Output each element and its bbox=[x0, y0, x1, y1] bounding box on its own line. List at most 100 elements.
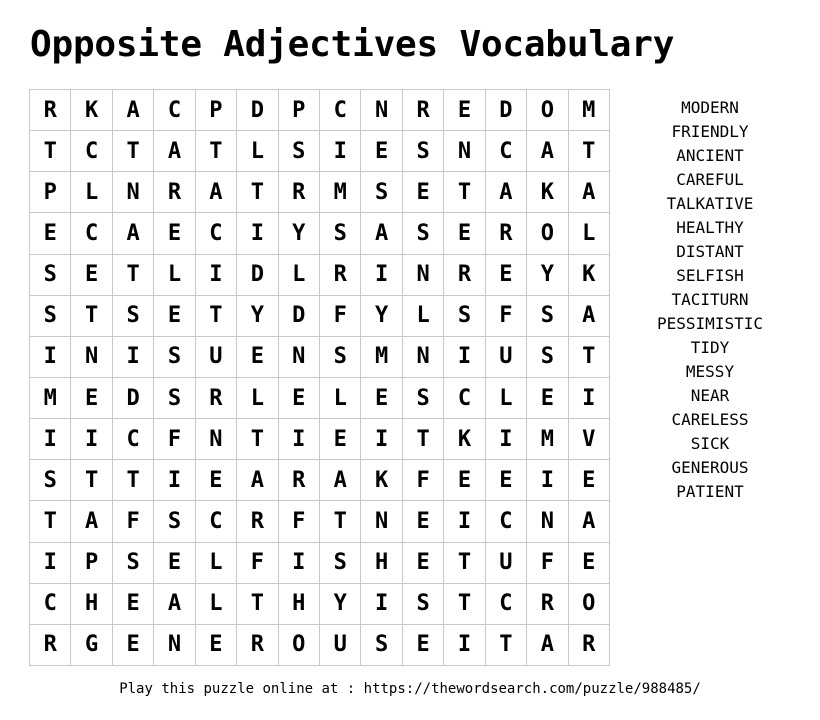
grid-cell: R bbox=[278, 460, 320, 502]
grid-cell: A bbox=[71, 501, 113, 543]
word-list-item: HEALTHY bbox=[676, 218, 744, 237]
grid-cell: T bbox=[237, 583, 279, 625]
word-list-item: TIDY bbox=[690, 338, 730, 357]
grid-cell: F bbox=[112, 501, 155, 543]
grid-cell: L bbox=[237, 131, 279, 173]
grid-cell: F bbox=[278, 501, 320, 543]
grid-cell: L bbox=[568, 213, 610, 255]
grid-cell: D bbox=[237, 90, 279, 132]
grid-cell: R bbox=[527, 583, 569, 625]
grid-cell: C bbox=[195, 501, 238, 543]
grid-cell: D bbox=[278, 295, 320, 337]
grid-cell: Y bbox=[237, 295, 279, 337]
grid-cell: C bbox=[154, 90, 196, 132]
grid-cell: R bbox=[278, 172, 320, 214]
grid-cell: S bbox=[30, 295, 72, 337]
grid-cell: E bbox=[195, 460, 238, 502]
word-list-item: PATIENT bbox=[676, 482, 744, 501]
grid-cell: I bbox=[568, 377, 610, 420]
grid-cell: T bbox=[568, 131, 610, 173]
grid-cell: R bbox=[154, 172, 196, 214]
grid-cell: E bbox=[444, 90, 486, 132]
footer-link-text: Play this puzzle online at : https://the… bbox=[119, 681, 701, 697]
grid-cell: C bbox=[71, 131, 113, 173]
grid-cell: P bbox=[195, 90, 238, 132]
grid-cell: R bbox=[30, 90, 72, 132]
grid-cell: T bbox=[237, 172, 279, 214]
grid-cell: K bbox=[444, 419, 486, 461]
grid-cell: F bbox=[402, 460, 445, 502]
word-list-item: TALKATIVE bbox=[666, 194, 754, 213]
grid-cell: K bbox=[71, 90, 113, 132]
grid-cell: C bbox=[195, 213, 238, 255]
grid-cell: S bbox=[154, 501, 196, 543]
grid-cell: I bbox=[195, 254, 238, 296]
word-list-item: PESSIMISTIC bbox=[657, 314, 763, 333]
grid-cell: F bbox=[485, 295, 528, 337]
grid-cell: U bbox=[485, 542, 528, 584]
grid-cell: S bbox=[112, 542, 155, 584]
grid-cell: S bbox=[444, 295, 486, 337]
grid-cell: M bbox=[361, 336, 403, 378]
grid-cell: N bbox=[361, 90, 403, 132]
grid-cell: I bbox=[154, 460, 196, 502]
grid-cell: A bbox=[361, 213, 403, 255]
grid-cell: A bbox=[485, 172, 528, 214]
grid-cell: A bbox=[237, 460, 279, 502]
grid-cell: K bbox=[527, 172, 569, 214]
grid-cell: E bbox=[237, 336, 279, 378]
grid-cell: D bbox=[237, 254, 279, 296]
grid-cell: R bbox=[568, 624, 610, 666]
grid-cell: E bbox=[319, 419, 362, 461]
grid-cell: N bbox=[112, 172, 155, 214]
grid-cell: L bbox=[485, 377, 528, 420]
grid-cell: A bbox=[527, 131, 569, 173]
grid-cell: M bbox=[30, 377, 72, 420]
word-list-item: FRIENDLY bbox=[671, 122, 749, 141]
grid-cell: K bbox=[361, 460, 403, 502]
grid-cell: T bbox=[402, 419, 445, 461]
grid-cell: C bbox=[444, 377, 486, 420]
grid-cell: A bbox=[527, 624, 569, 666]
grid-cell: C bbox=[30, 583, 72, 625]
word-list-item: MODERN bbox=[681, 98, 739, 117]
word-list-item: CAREFUL bbox=[676, 170, 744, 189]
grid-cell: N bbox=[361, 501, 403, 543]
word-list-item: CARELESS bbox=[671, 410, 749, 429]
grid-cell: M bbox=[319, 172, 362, 214]
grid-cell: T bbox=[444, 172, 486, 214]
grid-cell: S bbox=[30, 254, 72, 296]
grid-cell: E bbox=[485, 460, 528, 502]
grid-cell: S bbox=[154, 336, 196, 378]
grid-cell: I bbox=[527, 460, 569, 502]
grid-cell: T bbox=[319, 501, 362, 543]
grid-cell: E bbox=[154, 542, 196, 584]
grid-cell: L bbox=[195, 583, 238, 625]
grid-cell: R bbox=[444, 254, 486, 296]
word-list-item: MESSY bbox=[685, 362, 735, 381]
grid-cell: P bbox=[278, 90, 320, 132]
grid-cell: P bbox=[30, 172, 72, 214]
grid-cell: E bbox=[485, 254, 528, 296]
grid-cell: T bbox=[112, 254, 155, 296]
grid-cell: V bbox=[568, 419, 610, 461]
grid-cell: A bbox=[568, 501, 610, 543]
grid-cell: I bbox=[319, 131, 362, 173]
grid-cell: T bbox=[195, 295, 238, 337]
grid-cell: I bbox=[278, 419, 320, 461]
grid-cell: R bbox=[319, 254, 362, 296]
grid-cell: U bbox=[195, 336, 238, 378]
grid-cell: I bbox=[237, 213, 279, 255]
word-list-item: DISTANT bbox=[676, 242, 744, 261]
grid-cell: L bbox=[319, 377, 362, 420]
grid-cell: I bbox=[361, 583, 403, 625]
grid-cell: S bbox=[278, 131, 320, 173]
grid-cell: T bbox=[195, 131, 238, 173]
grid-cell: S bbox=[402, 377, 445, 420]
grid-cell: R bbox=[485, 213, 528, 255]
grid-cell: I bbox=[361, 419, 403, 461]
grid-cell: C bbox=[485, 131, 528, 173]
grid-cell: E bbox=[361, 377, 403, 420]
grid-cell: O bbox=[527, 90, 569, 132]
word-list-item: SICK bbox=[690, 434, 730, 453]
